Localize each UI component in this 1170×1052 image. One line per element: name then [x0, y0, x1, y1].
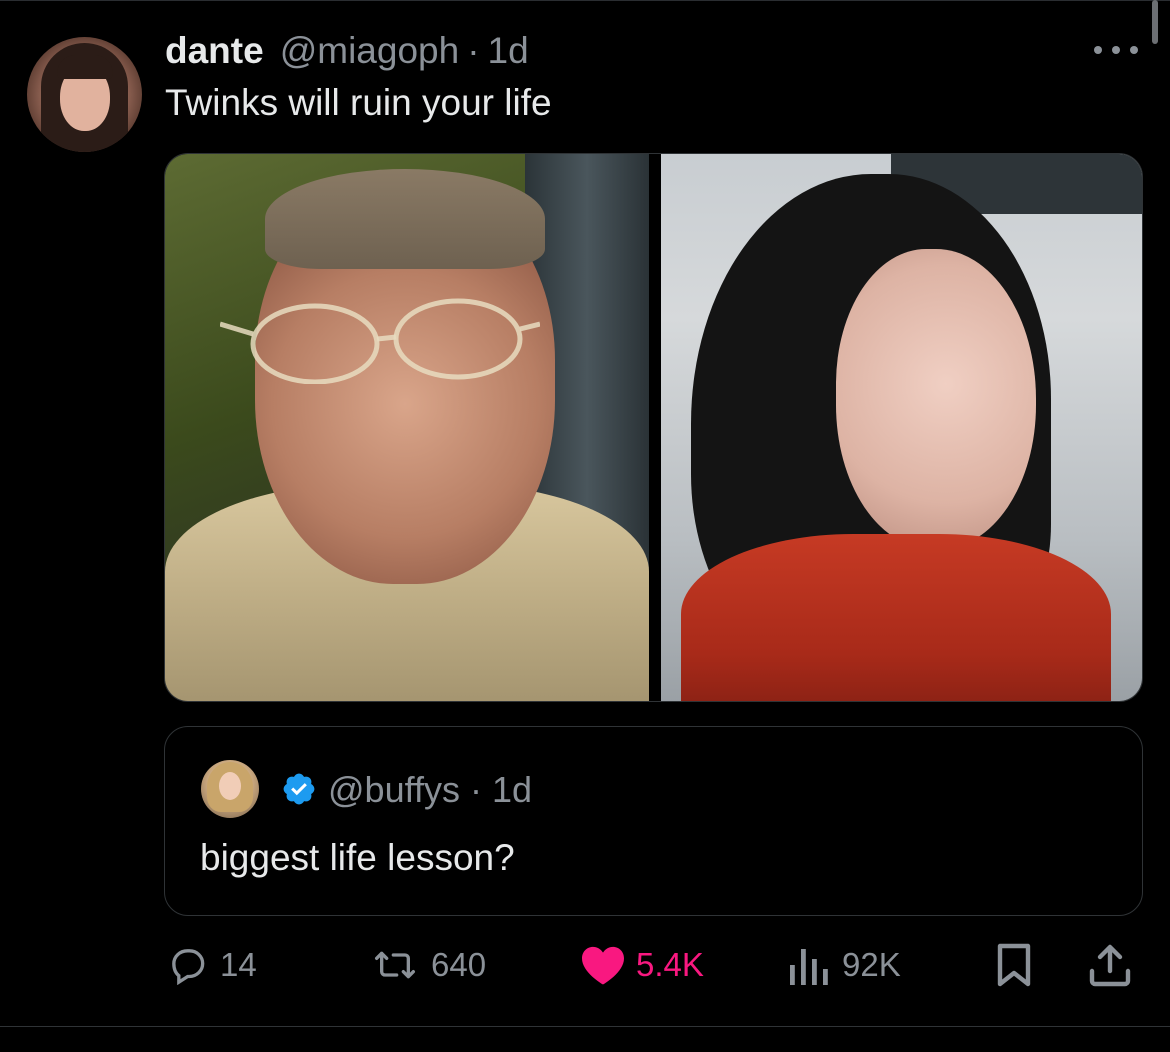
more-dot [1130, 46, 1138, 54]
quote-author-handle[interactable]: @buffys [328, 769, 460, 810]
tweet-page: dante @miagoph · 1d Twinks will ruin you… [0, 0, 1170, 1052]
quote-header: @buffys · 1d [328, 769, 532, 811]
top-divider [0, 0, 1170, 1]
more-dot [1094, 46, 1102, 54]
quote-timestamp[interactable]: 1d [492, 769, 532, 810]
author-avatar[interactable] [27, 37, 142, 152]
photo-face [836, 249, 1036, 549]
reply-count: 14 [220, 946, 257, 983]
more-dot [1112, 46, 1120, 54]
reply-button[interactable]: 14 [166, 940, 257, 990]
header-separator: · [467, 30, 480, 71]
share-button[interactable] [1088, 940, 1132, 990]
like-button[interactable]: 5.4K [580, 940, 704, 990]
media-grid [164, 153, 1143, 702]
retweet-icon [374, 951, 415, 979]
quote-author-avatar[interactable] [201, 760, 259, 818]
photo-hair [265, 169, 545, 269]
scrollbar[interactable] [1152, 0, 1158, 44]
quote-separator: · [469, 769, 482, 810]
photo-scarf [681, 534, 1111, 701]
bookmark-button[interactable] [994, 940, 1034, 990]
avatar-bangs [57, 55, 113, 79]
views-button[interactable]: 92K [788, 940, 901, 990]
retweet-count: 640 [431, 946, 487, 983]
verified-badge-icon [283, 773, 315, 805]
reply-icon [172, 949, 205, 985]
views-count: 92K [842, 946, 901, 983]
retweet-button[interactable]: 640 [369, 940, 486, 990]
quoted-tweet[interactable]: @buffys · 1d biggest life lesson? [164, 726, 1143, 916]
quote-avatar-face [219, 772, 241, 800]
tweet-text: Twinks will ruin your life [165, 82, 552, 123]
tweet-timestamp[interactable]: 1d [488, 30, 529, 72]
action-bar: 14 640 5.4K 92K [0, 940, 1170, 990]
tweet-header: dante @miagoph · 1d [165, 30, 529, 76]
media-photo-right[interactable] [661, 154, 1142, 701]
like-count: 5.4K [636, 946, 704, 983]
media-photo-left[interactable] [165, 154, 649, 701]
heart-icon [582, 946, 624, 985]
bottom-divider [0, 1026, 1170, 1027]
bookmark-icon [997, 943, 1031, 987]
author-handle[interactable]: @miagoph [280, 30, 460, 72]
share-icon [1089, 944, 1131, 987]
quote-text: biggest life lesson? [200, 837, 515, 878]
photo-glasses [220, 298, 540, 384]
author-display-name[interactable]: dante [165, 30, 264, 72]
views-chart-icon [790, 949, 828, 985]
more-horizontal-icon[interactable] [1094, 40, 1138, 60]
